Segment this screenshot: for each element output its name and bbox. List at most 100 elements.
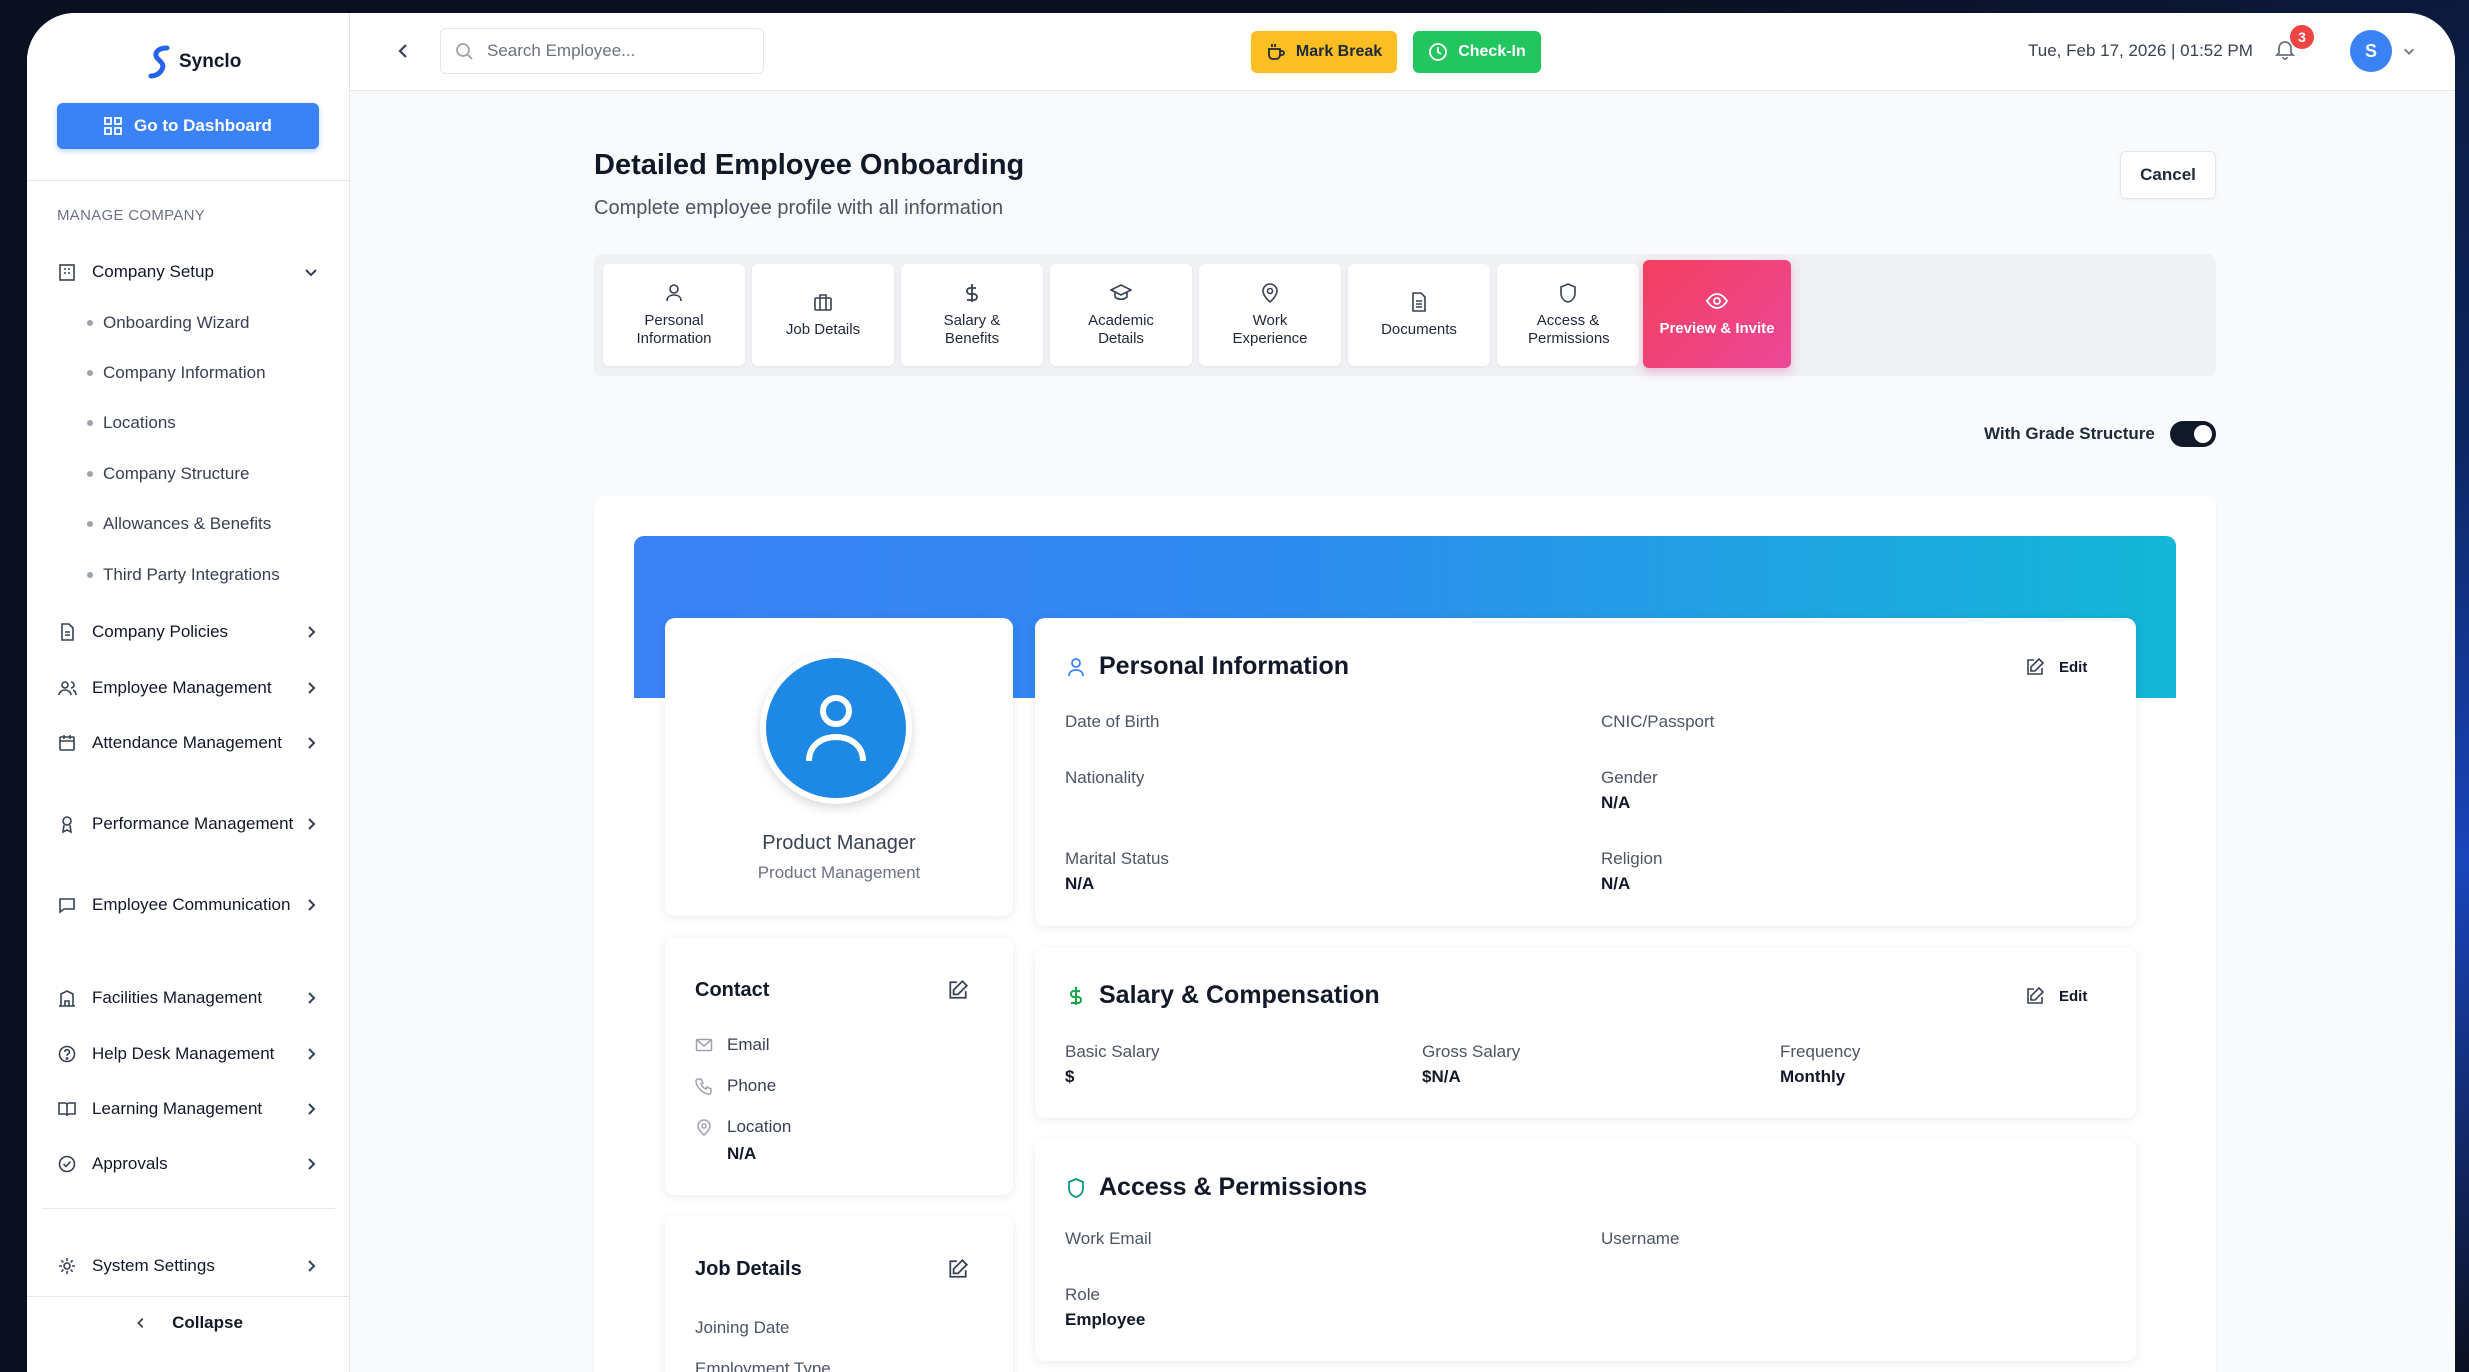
role-label: Role — [1065, 1285, 1100, 1304]
tab-documents[interactable]: Documents — [1348, 264, 1490, 366]
edit-label: Edit — [2059, 987, 2088, 1005]
sidebar-item-label: System Settings — [92, 1256, 215, 1275]
access-permissions-card: Access & Permissions Work Email Username… — [1035, 1139, 2136, 1361]
chevron-right-icon — [308, 625, 316, 638]
sidebar-item-performance-management[interactable]: Performance Management — [57, 811, 319, 836]
tab-label: Job Details — [785, 321, 861, 338]
sidebar-subitem-company-information[interactable]: Company Information — [87, 363, 266, 383]
divider — [27, 180, 350, 181]
mark-break-button[interactable]: Mark Break — [1251, 31, 1397, 73]
toggle-switch[interactable] — [2169, 421, 2216, 447]
edit-personal-button[interactable]: Edit — [2025, 657, 2087, 677]
avatar — [760, 652, 912, 804]
check-circle-icon — [57, 1154, 77, 1174]
app-window: Synclo Go to Dashboard MANAGE COMPANY Co… — [27, 13, 2455, 1372]
edit-icon[interactable] — [947, 979, 969, 1001]
salary-compensation-card: Salary & Compensation Edit Basic Salary … — [1035, 948, 2136, 1118]
sidebar-subitem-onboarding-wizard[interactable]: Onboarding Wizard — [87, 313, 249, 333]
sidebar-item-label: Employee Communication — [92, 895, 291, 914]
cancel-button[interactable]: Cancel — [2120, 151, 2216, 199]
page-title: Detailed Employee Onboarding — [594, 149, 1025, 181]
tab-academic-details[interactable]: Academic Details — [1050, 264, 1192, 366]
tab-label: Personal Information — [636, 312, 712, 347]
salary-compensation-title: Salary & Compensation — [1065, 981, 1380, 1010]
help-icon — [57, 1044, 77, 1064]
app-logo[interactable]: Synclo — [147, 45, 241, 79]
app-name: Synclo — [179, 51, 242, 72]
chevron-left-icon[interactable] — [392, 40, 414, 62]
sidebar-item-facilities-management[interactable]: Facilities Management — [57, 985, 319, 1010]
top-bar: Search Employee... Mark Break Check-In T… — [350, 13, 2455, 91]
role-value: Employee — [1065, 1310, 1146, 1329]
job-details-title: Job Details — [695, 1258, 802, 1280]
gender-label: Gender — [1601, 768, 1658, 787]
users-icon — [57, 678, 77, 698]
sidebar-item-learning-management[interactable]: Learning Management — [57, 1096, 319, 1121]
tab-work-experience[interactable]: Work Experience — [1199, 264, 1341, 366]
check-in-button[interactable]: Check-In — [1413, 31, 1541, 73]
gear-icon — [57, 1256, 77, 1276]
basic-salary-label: Basic Salary — [1065, 1042, 1160, 1061]
page-subtitle: Complete employee profile with all infor… — [594, 197, 1004, 219]
contact-email-row: Email — [695, 1035, 770, 1055]
tab-label: Documents — [1381, 321, 1457, 338]
chevron-right-icon — [308, 817, 316, 830]
sidebar-item-help-desk-management[interactable]: Help Desk Management — [57, 1041, 319, 1066]
user-icon — [806, 695, 866, 762]
collapse-label: Collapse — [172, 1313, 243, 1332]
grade-structure-label: With Grade Structure — [1984, 424, 2155, 443]
chevron-right-icon — [308, 681, 316, 694]
gross-salary-value: $N/A — [1422, 1067, 1461, 1086]
collapse-button[interactable]: Collapse — [27, 1313, 350, 1333]
tab-salary-benefits[interactable]: Salary & Benefits — [901, 264, 1043, 366]
username-label: Username — [1601, 1229, 1680, 1248]
sidebar-item-employee-management[interactable]: Employee Management — [57, 675, 319, 700]
sidebar-item-label: Attendance Management — [92, 733, 282, 752]
search-input[interactable]: Search Employee... — [440, 28, 764, 74]
edit-icon[interactable] — [947, 1258, 969, 1280]
marital-status-label: Marital Status — [1065, 849, 1169, 868]
work-email-label: Work Email — [1065, 1229, 1152, 1248]
grade-structure-toggle[interactable]: With Grade Structure — [1984, 421, 2216, 447]
avatar[interactable]: S — [2350, 30, 2392, 72]
sidebar-item-system-settings[interactable]: System Settings — [57, 1253, 319, 1278]
sidebar-subitem-third-party-integrations[interactable]: Third Party Integrations — [87, 565, 280, 585]
sidebar-item-employee-communication[interactable]: Employee Communication — [57, 892, 319, 917]
sidebar-item-label: Help Desk Management — [92, 1044, 275, 1063]
tab-preview-invite[interactable]: Preview & Invite — [1643, 260, 1791, 368]
tab-job-details[interactable]: Job Details — [752, 264, 894, 366]
nationality-label: Nationality — [1065, 768, 1145, 787]
email-label: Email — [727, 1035, 770, 1054]
tab-personal-information[interactable]: Personal Information — [603, 264, 745, 366]
synclo-logo-icon — [148, 45, 170, 79]
sidebar-subitem-locations[interactable]: Locations — [87, 413, 176, 433]
sidebar-item-company-policies[interactable]: Company Policies — [57, 619, 319, 644]
go-to-dashboard-button[interactable]: Go to Dashboard — [57, 103, 319, 149]
section-title: Access & Permissions — [1099, 1173, 1368, 1201]
grid-icon — [104, 117, 122, 135]
tab-label: Work Experience — [1232, 312, 1308, 347]
edit-salary-button[interactable]: Edit — [2025, 986, 2087, 1006]
dollar-icon — [966, 284, 978, 302]
chat-icon — [57, 895, 77, 915]
award-icon — [57, 814, 77, 834]
sidebar-subitem-company-structure[interactable]: Company Structure — [87, 464, 249, 484]
dob-label: Date of Birth — [1065, 712, 1160, 731]
edit-icon — [2027, 657, 2045, 675]
datetime-display: Tue, Feb 17, 2026 | 01:52 PM — [2028, 41, 2253, 60]
sidebar-item-company-setup[interactable]: Company Setup — [57, 259, 319, 284]
graduation-cap-icon — [1110, 284, 1132, 301]
sidebar-subitem-allowances-benefits[interactable]: Allowances & Benefits — [87, 514, 271, 534]
chevron-down-icon[interactable] — [2402, 44, 2416, 58]
phone-icon — [695, 1078, 712, 1095]
chevron-down-icon — [305, 268, 317, 276]
tab-access-permissions[interactable]: Access & Permissions — [1497, 264, 1639, 366]
sidebar-item-attendance-management[interactable]: Attendance Management — [57, 730, 319, 755]
edit-label: Edit — [2059, 658, 2088, 676]
job-details-card: Job Details Joining Date Employment Type — [665, 1216, 1013, 1372]
contact-card: Contact Email Phone Location N/A — [665, 937, 1013, 1195]
religion-value: N/A — [1601, 874, 1631, 893]
sidebar-item-approvals[interactable]: Approvals — [57, 1151, 319, 1176]
sidebar-item-label: Company Setup — [92, 262, 214, 281]
sidebar: Synclo Go to Dashboard MANAGE COMPANY Co… — [27, 13, 350, 1372]
